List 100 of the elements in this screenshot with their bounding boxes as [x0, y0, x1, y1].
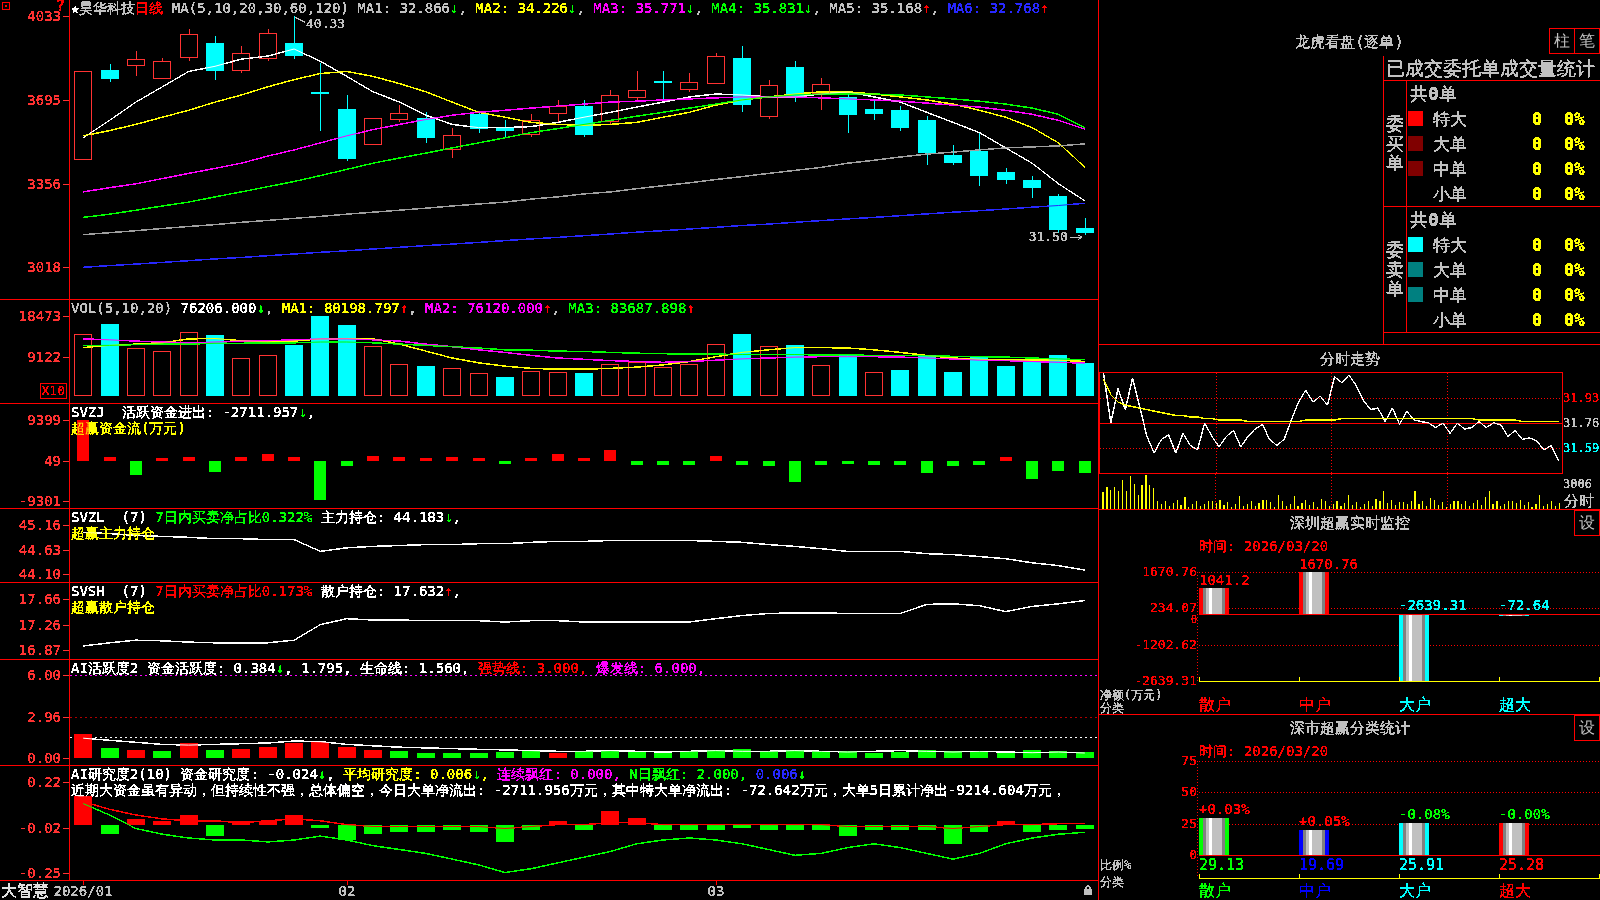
candle	[654, 70, 672, 101]
legend-text: AI研究度2(10) 资金研究度: -0.024	[71, 766, 318, 782]
group-label: 委买单	[1386, 113, 1404, 174]
category-label: 散户	[1199, 882, 1231, 900]
order-type: 特大	[1433, 108, 1467, 129]
legend-text: ,	[452, 509, 462, 525]
square-icon[interactable]	[2, 2, 10, 10]
candle	[812, 77, 830, 111]
panel-title: 分时走势	[1319, 349, 1380, 368]
value-label: 25.28	[1499, 857, 1545, 873]
value-label: 1041.2	[1199, 572, 1250, 588]
axis-label: 16.87	[18, 641, 61, 658]
value-label: -72.64	[1499, 598, 1550, 614]
axis-label: -0.02	[18, 820, 61, 837]
date-label: 03	[707, 883, 725, 899]
legend-text: 昊华科技	[79, 0, 136, 16]
axis-label: 31.59	[1563, 441, 1600, 456]
category-label: 散户	[1199, 696, 1231, 714]
candle	[470, 111, 488, 134]
axis-label: 17.66	[18, 590, 61, 607]
legend-text: MA5: 35.168	[829, 0, 923, 16]
axis-label: 0.00	[27, 750, 61, 767]
candle	[496, 119, 514, 138]
axis-label: 31.76	[1563, 416, 1600, 430]
axis-label: 1670.76	[1142, 565, 1197, 579]
category-label: 大户	[1399, 696, 1431, 714]
value-label: 19.69	[1299, 857, 1345, 873]
legend-text: 日线	[135, 0, 164, 16]
change-label: -0.08%	[1399, 806, 1450, 822]
low-price-label: 31.50	[1028, 228, 1083, 244]
candle	[1049, 193, 1067, 234]
view-toggle-button[interactable]: 笔	[1574, 28, 1600, 54]
legend-text: 主力持仓: 44.183	[319, 509, 445, 525]
legend-text: AI活跃度2 资金活跃度: 0.384	[71, 660, 276, 676]
candle	[549, 99, 567, 123]
order-count: 0	[1532, 183, 1543, 204]
legend-text: ,	[576, 0, 586, 16]
order-percent: 0%	[1564, 309, 1585, 330]
candle	[338, 94, 356, 162]
candle	[364, 117, 382, 146]
candle	[101, 63, 119, 83]
legend-text: 76206.000	[180, 300, 257, 316]
panel-title: 深市超赢分类统计	[1289, 719, 1410, 737]
category-label: 超大	[1499, 882, 1531, 900]
legend-text: ,	[551, 300, 561, 316]
order-type: 中单	[1433, 284, 1467, 305]
axis-label: -1202.62	[1134, 637, 1197, 652]
axis-label: 17.26	[18, 616, 61, 633]
legend-text: ★	[71, 0, 80, 16]
legend-text: MA2: 34.226	[475, 0, 569, 16]
value-label: 29.13	[1199, 857, 1245, 873]
candle	[733, 45, 751, 113]
order-count: 0	[1532, 284, 1543, 305]
settings-button[interactable]: 设	[1574, 510, 1600, 536]
legend-text: 连续飘红: 0.000,	[497, 766, 622, 782]
legend-text: ↓	[256, 300, 265, 316]
order-percent: 0%	[1564, 133, 1585, 154]
legend-text: ,	[306, 404, 316, 420]
legend-text: ↑	[922, 0, 931, 16]
order-type: 中单	[1433, 158, 1467, 179]
candle	[865, 99, 883, 121]
value-label: -2639.31	[1399, 598, 1467, 614]
axis-label: 3695	[27, 91, 61, 108]
legend-text: ↓	[317, 766, 327, 782]
candle	[232, 45, 250, 74]
axis-label: 49	[44, 452, 61, 469]
axis-label: 50	[1181, 785, 1197, 800]
legend-text: ↑	[686, 300, 695, 316]
legend-text: ,	[480, 766, 491, 782]
lock-icon[interactable]	[1084, 885, 1092, 895]
order-percent: 0%	[1564, 234, 1585, 255]
candle	[180, 28, 198, 62]
axis-label: 44.10	[18, 565, 61, 582]
legend-text: ↓	[444, 509, 453, 525]
legend-text: MA2: 76120.000	[425, 300, 544, 316]
legend-text: 近期大资金虽有异动，但持续性不强，总体偏空，今日大单净流出: -2711.956万元，其中特大单净流出: -72.642万元，大单5日累计净出-9214.604万元，	[71, 782, 1066, 798]
annotation: 31.50	[1028, 228, 1068, 244]
legend-text: ↓	[275, 660, 285, 676]
legend-text: SVSH (7)	[71, 583, 148, 599]
axis-label: 18473	[18, 308, 61, 325]
order-count: 0	[1532, 108, 1543, 129]
axis-label: 3018	[27, 259, 61, 276]
candle	[839, 93, 857, 134]
legend-text: ↑	[399, 300, 409, 316]
axis-label: 234.07	[1150, 601, 1197, 616]
legend-text: ,	[458, 0, 468, 16]
view-toggle-button[interactable]: 柱	[1549, 28, 1575, 54]
date-label: 2026/01	[53, 883, 113, 899]
settings-button[interactable]: 设	[1574, 715, 1600, 741]
candle	[311, 62, 329, 132]
date-label: 02	[338, 883, 356, 899]
legend-text: ,	[694, 0, 704, 16]
candle	[1076, 217, 1094, 236]
candle	[575, 99, 593, 138]
legend-text: ,	[812, 0, 822, 16]
candle	[997, 167, 1015, 185]
candle	[707, 52, 725, 85]
legend-text: , 1.795, 生命线: 1.560,	[284, 660, 471, 676]
axis-label: -0.25	[18, 864, 61, 881]
legend-text: ,	[264, 300, 275, 316]
